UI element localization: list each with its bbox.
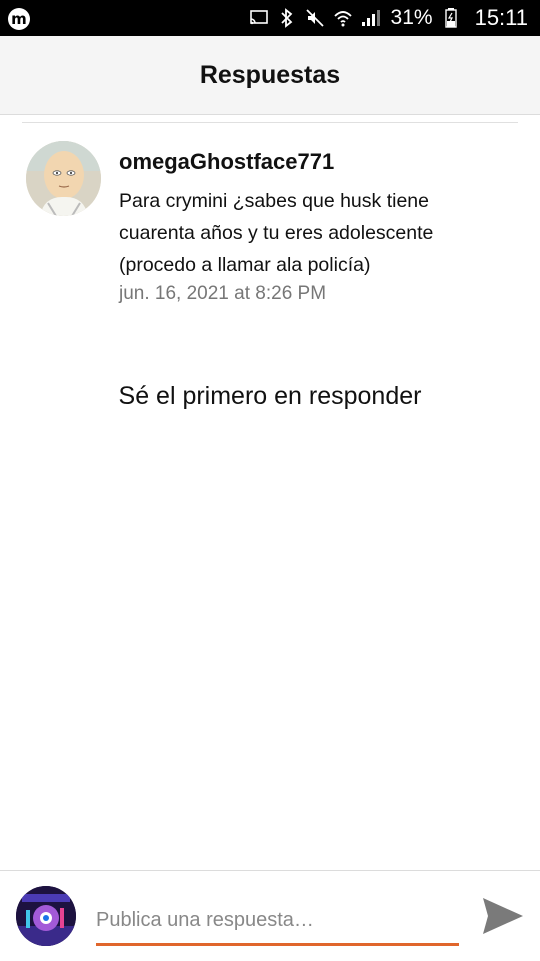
- avatar[interactable]: [26, 141, 101, 216]
- user-avatar[interactable]: [16, 886, 76, 946]
- cast-icon: [249, 8, 269, 28]
- send-button[interactable]: [480, 893, 526, 939]
- reply-composer: [0, 870, 540, 961]
- comment-text: Para crymini ¿sabes que husk tiene cuare…: [119, 190, 434, 276]
- divider: [22, 122, 518, 123]
- mute-icon: [305, 8, 325, 28]
- header: Respuestas: [0, 36, 540, 115]
- comment-timestamp: jun. 16, 2021 at 8:26 PM: [119, 283, 327, 304]
- status-bar: m 31% 15:11: [0, 0, 540, 36]
- reply-input[interactable]: [96, 897, 459, 946]
- bluetooth-icon: [277, 8, 297, 28]
- battery-icon: [441, 8, 461, 28]
- send-icon: [483, 898, 523, 934]
- status-clock: 15:11: [474, 5, 528, 30]
- comment-username[interactable]: omegaGhostface771: [119, 149, 499, 175]
- empty-replies-message: Sé el primero en responder: [118, 382, 422, 410]
- page-title: Respuestas: [199, 60, 341, 89]
- app-notification-icon: m: [8, 8, 30, 30]
- signal-icon: [361, 8, 381, 28]
- battery-percent: 31%: [390, 6, 433, 29]
- wifi-icon: [333, 8, 353, 28]
- status-icons: 31% 15:11: [249, 0, 528, 36]
